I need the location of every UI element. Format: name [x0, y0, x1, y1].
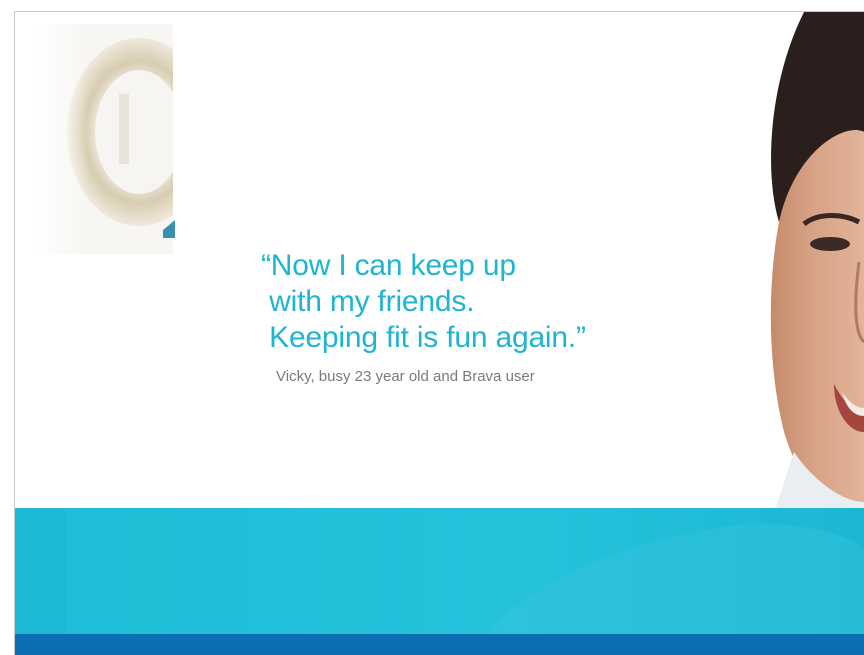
testimonial-attribution: Vicky, busy 23 year old and Brava user	[276, 368, 535, 385]
slide: “Now I can keep up with my friends. Keep…	[0, 0, 864, 655]
quote-line-2: with my friends.	[261, 285, 475, 318]
ostomy-ring-image	[35, 24, 187, 254]
quote-line-1: “Now I can keep up	[261, 249, 516, 282]
cyan-footer-band	[15, 508, 864, 634]
slide-frame: “Now I can keep up with my friends. Keep…	[14, 11, 864, 655]
testimonial-quote: “Now I can keep up with my friends. Keep…	[261, 248, 586, 356]
band-wave-decoration	[15, 508, 864, 634]
blue-footer-strip	[15, 634, 864, 655]
quote-line-3: Keeping fit is fun again.”	[261, 321, 586, 354]
